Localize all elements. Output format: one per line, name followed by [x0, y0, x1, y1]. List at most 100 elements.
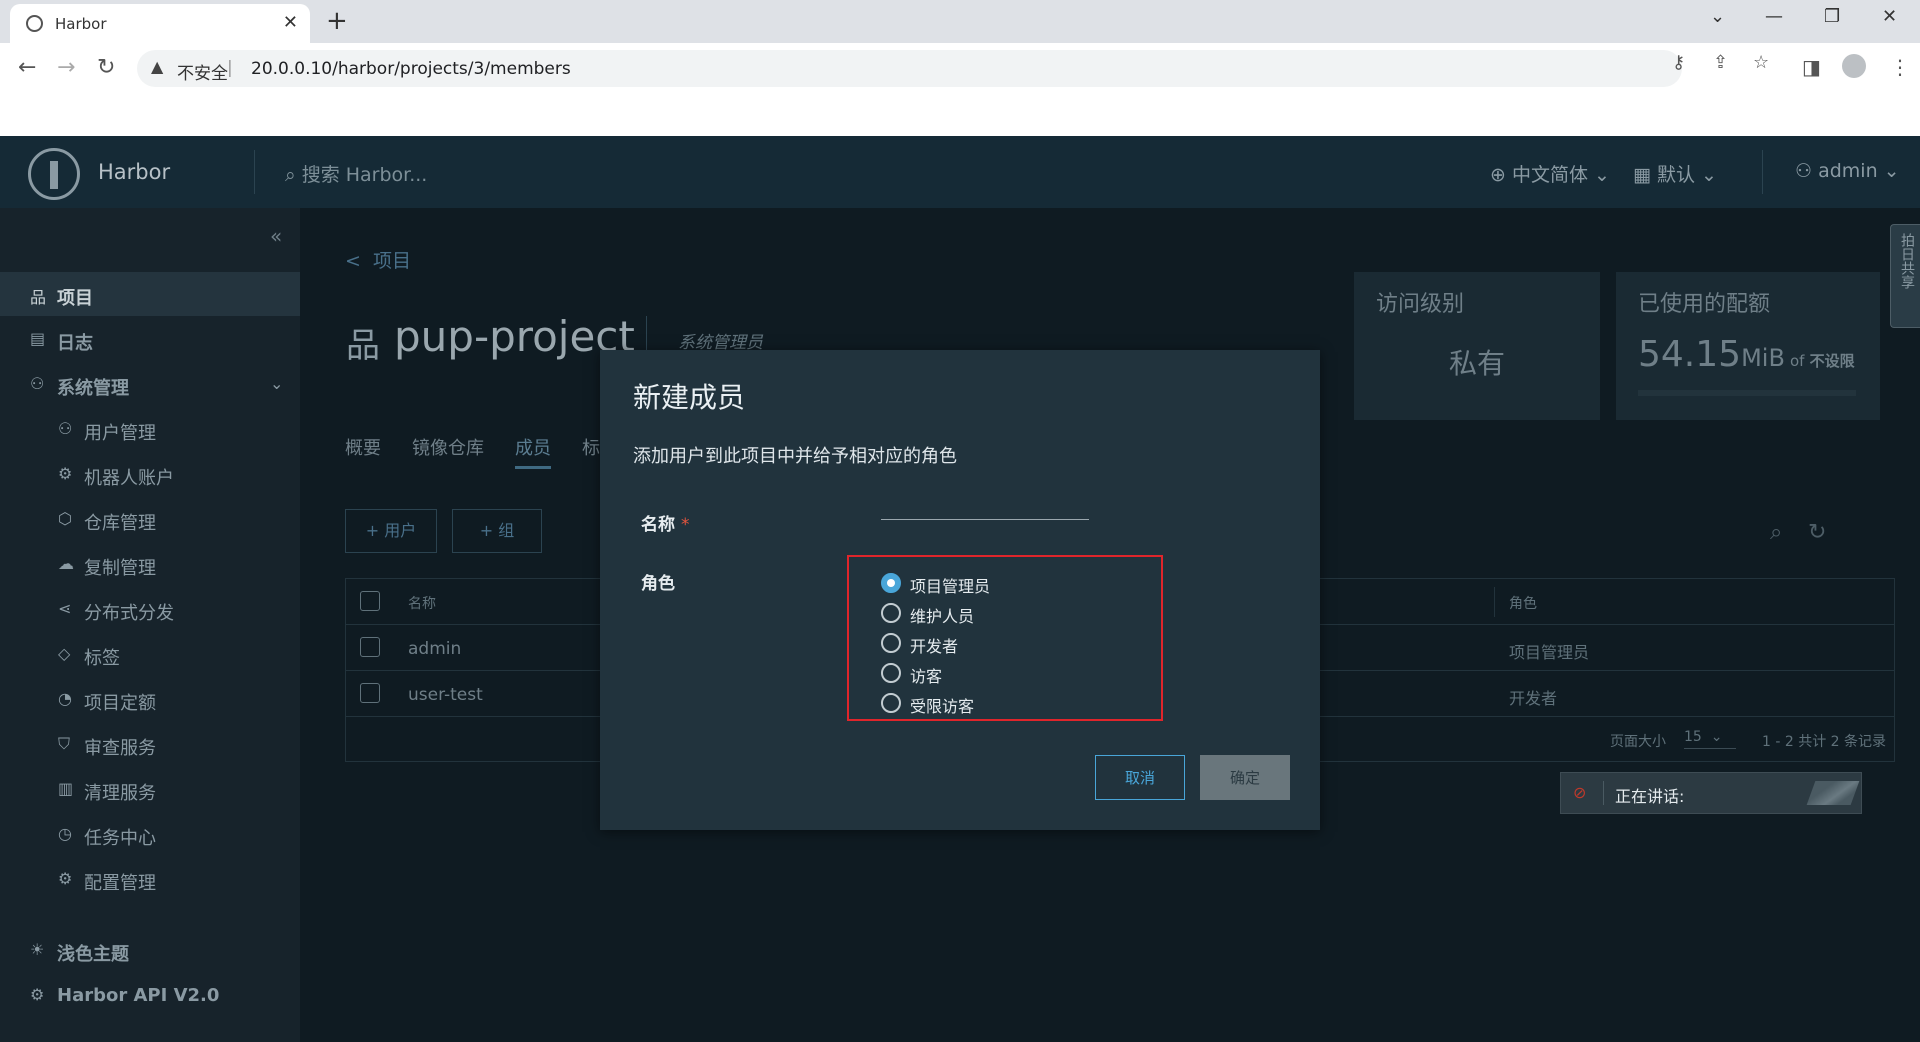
global-search-input[interactable]: ⌕ 搜索 Harbor...	[285, 160, 427, 187]
breadcrumb-projects[interactable]: 项目	[373, 250, 411, 272]
browser-toolbar: ← → ↻ ▲ 不安全 | 20.0.0.10/harbor/projects/…	[0, 43, 1920, 94]
scan-icon: ⛉	[58, 734, 71, 753]
project-icon: 品	[30, 288, 47, 307]
column-name[interactable]: 名称	[408, 593, 436, 613]
name-label-text: 名称	[641, 515, 675, 535]
radio-icon[interactable]	[881, 663, 901, 683]
tab-summary[interactable]: 概要	[345, 434, 381, 460]
search-icon: ⌕	[285, 164, 302, 186]
member-name: user-test	[408, 685, 483, 705]
collapse-sidebar-icon[interactable]: «	[270, 224, 282, 248]
role-option-label[interactable]: 维护人员	[910, 603, 974, 627]
column-role[interactable]: 角色	[1509, 593, 1537, 613]
trash-icon: ▥	[58, 779, 74, 798]
radio-icon[interactable]	[881, 693, 901, 713]
refresh-icon[interactable]: ↻	[1808, 520, 1826, 545]
sidebar-item-label: 审查服务	[84, 738, 156, 759]
role-option-label[interactable]: 项目管理员	[910, 573, 990, 597]
side-panel-icon[interactable]: ◨	[1802, 55, 1821, 79]
sidebar-item-label: 配置管理	[84, 873, 156, 894]
breadcrumb[interactable]: < 项目	[345, 246, 411, 273]
row-checkbox[interactable]	[360, 637, 380, 657]
datetime-dropdown[interactable]: ▦ 默认 ⌄	[1633, 160, 1717, 187]
new-tab-icon[interactable]: +	[326, 6, 348, 36]
share-icon[interactable]: ⇪	[1713, 52, 1728, 73]
admin-icon: ⚇	[30, 374, 45, 393]
sidebar-item-robot-accounts[interactable]: ⚙ 机器人账户	[0, 452, 300, 496]
window-close-icon[interactable]: ✕	[1882, 6, 1897, 27]
sidebar-item-users[interactable]: ⚇ 用户管理	[0, 407, 300, 451]
datetime-label: 默认	[1657, 164, 1696, 186]
pagination-total: 1 - 2 共计 2 条记录	[1762, 734, 1887, 750]
app-header: Harbor ⌕ 搜索 Harbor... ⊕ 中文简体 ⌄ ▦ 默认 ⌄ ⚇ …	[0, 136, 1920, 208]
tab-members[interactable]: 成员	[515, 434, 551, 469]
restore-icon[interactable]: ❐	[1824, 6, 1840, 27]
language-dropdown[interactable]: ⊕ 中文简体 ⌄	[1490, 160, 1610, 187]
radio-icon[interactable]	[881, 633, 901, 653]
sidebar-item-label: 项目定额	[84, 693, 156, 714]
meeting-app-logo-icon	[1806, 781, 1860, 805]
back-icon[interactable]: ←	[18, 55, 36, 80]
insecure-label[interactable]: 不安全	[177, 59, 228, 84]
sidebar-item-labels[interactable]: ◇ 标签	[0, 632, 300, 676]
add-group-button[interactable]: + 组	[452, 509, 542, 553]
registry-icon: ⬡	[58, 509, 72, 528]
sidebar-item-interrogation[interactable]: ⛉ 审查服务	[0, 722, 300, 766]
robot-icon: ⚙	[58, 464, 73, 483]
forward-icon[interactable]: →	[57, 55, 75, 80]
theme-toggle[interactable]: ☀ 浅色主题	[0, 928, 300, 972]
access-level-card: 访问级别 私有	[1354, 272, 1600, 420]
sidebar-item-quotas[interactable]: ◔ 项目定额	[0, 677, 300, 721]
app-brand[interactable]: Harbor	[98, 160, 170, 184]
distribution-icon: ⋖	[58, 599, 72, 618]
minimize-icon[interactable]: —	[1765, 6, 1783, 27]
key-icon[interactable]: ⚷	[1672, 52, 1685, 73]
user-dropdown[interactable]: ⚇ admin ⌄	[1795, 160, 1900, 182]
side-drawer-tab[interactable]: 拍日共享	[1890, 224, 1920, 328]
sidebar-item-label: 系统管理	[57, 378, 129, 399]
tab-labels[interactable]: 标	[582, 434, 600, 460]
add-user-button[interactable]: + 用户	[345, 509, 437, 553]
tab-repositories[interactable]: 镜像仓库	[412, 434, 484, 460]
role-option-label[interactable]: 开发者	[910, 633, 958, 657]
sidebar-item-replications[interactable]: ☁ 复制管理	[0, 542, 300, 586]
address-bar[interactable]: ▲ 不安全 | 20.0.0.10/harbor/projects/3/memb…	[137, 50, 1682, 87]
quota-title: 已使用的配额	[1638, 292, 1771, 317]
page-size-value: 15	[1684, 729, 1702, 745]
role-option-label[interactable]: 访客	[910, 663, 942, 687]
url-text[interactable]: 20.0.0.10/harbor/projects/3/members	[251, 59, 571, 79]
sidebar-item-label: 分布式分发	[84, 603, 174, 624]
search-icon[interactable]: ⌕	[1770, 520, 1782, 545]
api-icon: ⚙	[30, 985, 45, 1004]
tab-search-icon[interactable]: ⌄	[1710, 6, 1725, 27]
sidebar-item-administration[interactable]: ⚇ 系统管理 ⌄	[0, 362, 300, 406]
member-name-input[interactable]	[881, 490, 1089, 520]
select-all-checkbox[interactable]	[360, 591, 380, 611]
profile-avatar-icon[interactable]	[1842, 54, 1866, 78]
role-options-highlight: 项目管理员 维护人员 开发者 访客 受限访客	[847, 555, 1163, 721]
sidebar-item-configuration[interactable]: ⚙ 配置管理	[0, 857, 300, 901]
api-explorer-link[interactable]: ⚙ Harbor API V2.0	[0, 973, 300, 1017]
cancel-button[interactable]: 取消	[1095, 755, 1185, 800]
sidebar-item-clean-up[interactable]: ▥ 清理服务	[0, 767, 300, 811]
role-option-label[interactable]: 受限访客	[910, 693, 974, 717]
warning-icon[interactable]: ▲	[151, 57, 163, 76]
page-size-select[interactable]: 15 ⌄	[1684, 729, 1736, 749]
task-icon: ◷	[58, 824, 72, 843]
sidebar-item-registries[interactable]: ⬡ 仓库管理	[0, 497, 300, 541]
radio-icon[interactable]	[881, 603, 901, 623]
sidebar-item-distributions[interactable]: ⋖ 分布式分发	[0, 587, 300, 631]
sidebar-item-label: 任务中心	[84, 828, 156, 849]
sidebar-item-job-service[interactable]: ◷ 任务中心	[0, 812, 300, 856]
radio-checked-icon[interactable]	[881, 573, 901, 593]
row-checkbox[interactable]	[360, 683, 380, 703]
reload-icon[interactable]: ↻	[97, 55, 115, 80]
browser-menu-icon[interactable]: ⋮	[1890, 55, 1910, 79]
tab-close-icon[interactable]: ✕	[283, 12, 298, 33]
browser-tab[interactable]: Harbor ✕	[10, 4, 310, 43]
sidebar-item-projects[interactable]: 品 项目	[0, 272, 300, 316]
sidebar-item-logs[interactable]: ▤ 日志	[0, 317, 300, 361]
harbor-logo-icon[interactable]	[28, 148, 80, 200]
bookmark-star-icon[interactable]: ☆	[1753, 52, 1769, 73]
confirm-button[interactable]: 确定	[1200, 755, 1290, 800]
